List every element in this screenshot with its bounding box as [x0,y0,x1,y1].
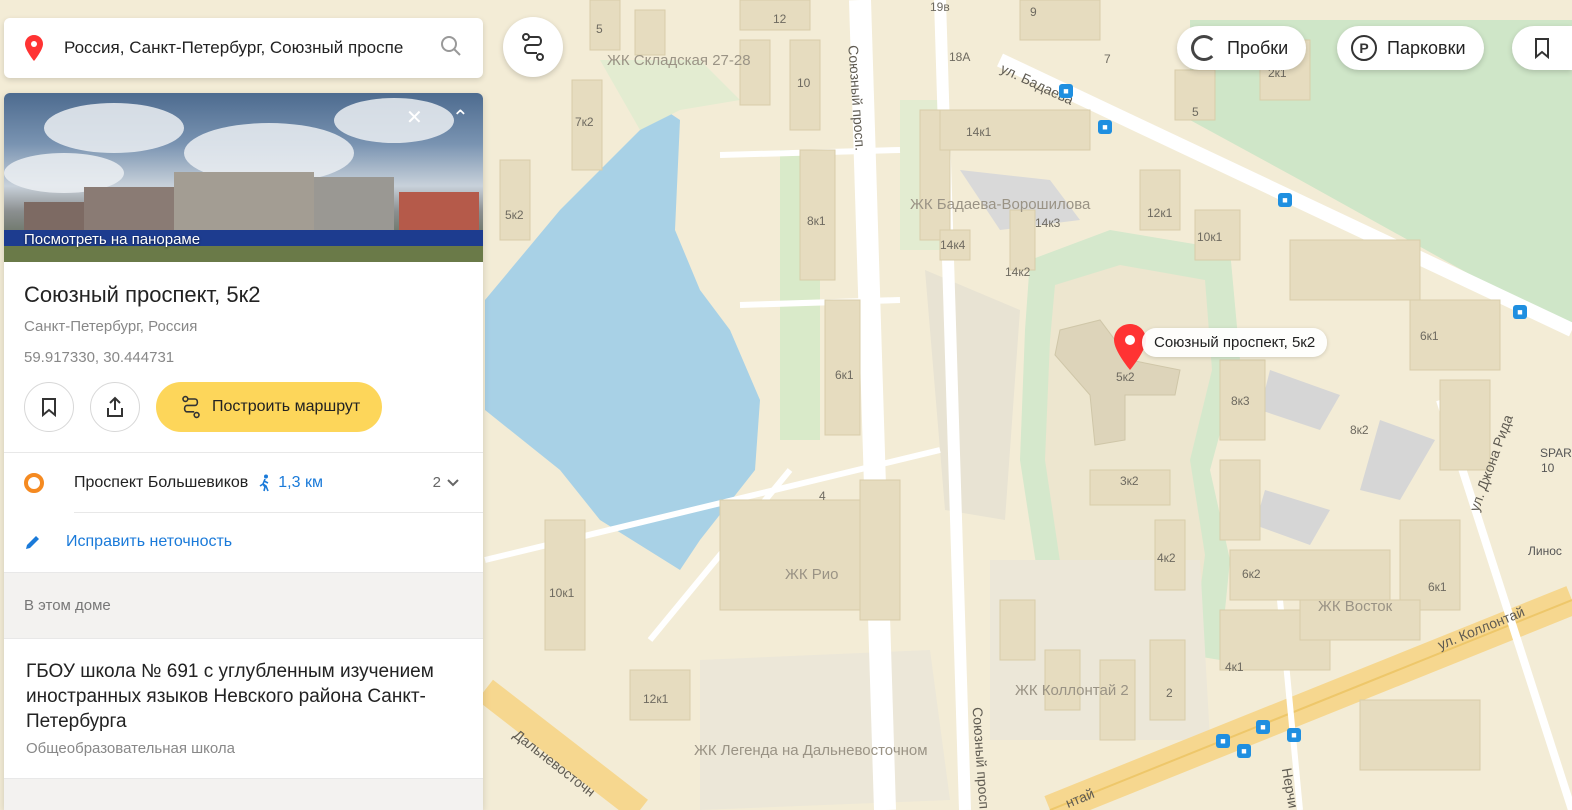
house-label: 10к1 [1197,230,1223,244]
house-label: 18А [949,50,971,64]
collapse-icon[interactable]: ⌃ [452,105,469,130]
house-label: 7 [1104,52,1111,66]
save-place-button[interactable] [24,382,74,432]
house-label: 9 [1030,5,1037,19]
search-icon[interactable] [440,35,462,62]
traffic-icon [1191,35,1217,61]
complex-label-kollontai2: ЖК Коллонтай 2 [1015,682,1129,699]
bus-stop-icon[interactable]: ■ [1216,734,1230,748]
bus-stop-icon[interactable]: ■ [1513,305,1527,319]
panorama-preview[interactable]: Посмотреть на панораме ✕ ⌃ [4,93,483,262]
complex-label-rio: ЖК Рио [785,566,839,583]
in-house-heading: В этом доме [4,572,483,638]
shop-label-spar[interactable]: SPAR [1540,446,1572,460]
parking-label: Парковки [1387,37,1466,58]
parking-icon: P [1351,35,1377,61]
search-box[interactable] [4,18,483,78]
organization-type: Общеобразовательная школа [26,740,235,757]
bookmarks-button[interactable] [1512,26,1572,70]
house-label: 5к2 [1116,370,1135,384]
house-label: 14к3 [1035,216,1061,230]
bus-stop-icon[interactable]: ■ [1059,84,1073,98]
house-label: 3к2 [1120,474,1139,488]
complex-label-vostok: ЖК Восток [1318,598,1393,615]
route-icon [182,395,200,419]
traffic-label: Пробки [1227,37,1289,58]
house-label: 5к2 [505,208,524,222]
shop-label-lino[interactable]: Линос [1528,544,1562,558]
house-label: 8к2 [1350,423,1369,437]
house-label: 19в [930,0,950,14]
bus-stop-icon[interactable]: ■ [1256,720,1270,734]
house-label: 10к1 [549,586,575,600]
place-pin[interactable]: Союзный проспект, 5к2 [1114,324,1354,372]
house-label: 12 [773,12,787,26]
house-label: 8к3 [1231,394,1250,408]
route-icon [522,33,544,61]
house-label: 4к2 [1157,551,1176,565]
pencil-icon [26,536,39,549]
pin-label[interactable]: Союзный проспект, 5к2 [1142,328,1328,357]
close-icon[interactable]: ✕ [406,105,423,130]
complex-label-skladskaya: ЖК Складская 27-28 [607,52,751,69]
complex-label-badaeva: ЖК Бадаева-Ворошилова [910,196,1091,213]
routes-button[interactable] [503,17,563,77]
parking-button[interactable]: P Парковки [1337,26,1484,70]
house-label: 12к1 [643,692,669,706]
search-input[interactable] [64,38,424,58]
house-label: 6к1 [1420,329,1439,343]
place-title: Союзный проспект, 5к2 [24,282,261,307]
fix-inaccuracy-link[interactable]: Исправить неточность [4,512,483,572]
house-label: 6к1 [835,368,854,382]
organization-item[interactable]: ГБОУ школа № 691 с углубленным изучением… [4,638,483,775]
complex-label-legenda: ЖК Легенда на Дальневосточном [694,742,928,759]
more-stations-toggle[interactable]: 2 [433,474,459,491]
share-button[interactable] [90,382,140,432]
walking-icon [259,474,270,491]
house-label: 14к1 [966,125,992,139]
house-label: 7к2 [575,115,594,129]
house-label: 14к2 [1005,265,1031,279]
place-card: Посмотреть на панораме ✕ ⌃ Союзный просп… [4,93,483,810]
panorama-caption[interactable]: Посмотреть на панораме [24,231,200,248]
metro-station-name: Проспект Большевиков [74,473,249,491]
traffic-button[interactable]: Пробки [1177,26,1307,70]
metro-distance-value: 1,3 км [278,473,323,491]
house-label: 6к2 [1242,567,1261,581]
house-label: 8к1 [807,214,826,228]
place-coordinates[interactable]: 59.917330, 30.444731 [24,349,463,366]
house-label: 5 [596,22,603,36]
bookmark-icon [1535,38,1549,59]
house-label: 4 [819,489,826,503]
map-pin-icon[interactable] [1114,324,1146,370]
house-label: 10 [797,76,811,90]
metro-station-icon [24,472,44,493]
panel-footer [4,778,483,810]
bookmark-icon [42,398,56,417]
bus-stop-icon[interactable]: ■ [1237,744,1251,758]
nearest-metro-row[interactable]: Проспект Большевиков 1,3 км 2 [4,452,483,512]
fix-inaccuracy-label: Исправить неточность [66,533,233,550]
bus-stop-icon[interactable]: ■ [1098,120,1112,134]
house-label: 6к1 [1428,580,1447,594]
house-label: 12к1 [1147,206,1173,220]
house-label: 5 [1192,105,1199,119]
build-route-label: Построить маршрут [212,398,361,415]
location-pin-icon [4,35,64,61]
organization-name: ГБОУ школа № 691 с углубленным изучением… [26,661,434,732]
more-stations-count: 2 [432,474,441,491]
share-icon [107,396,123,417]
house-label: 14к4 [940,238,966,252]
bus-stop-icon[interactable]: ■ [1287,728,1301,742]
bus-stop-icon[interactable]: ■ [1278,193,1292,207]
place-subtitle: Санкт-Петербург, Россия [24,318,198,335]
chevron-down-icon [447,478,459,486]
shop-number-spar: 10 [1541,461,1555,475]
build-route-button[interactable]: Построить маршрут [156,382,383,432]
metro-distance: 1,3 км [258,474,323,492]
house-label: 2 [1166,686,1173,700]
house-label: 4к1 [1225,660,1244,674]
